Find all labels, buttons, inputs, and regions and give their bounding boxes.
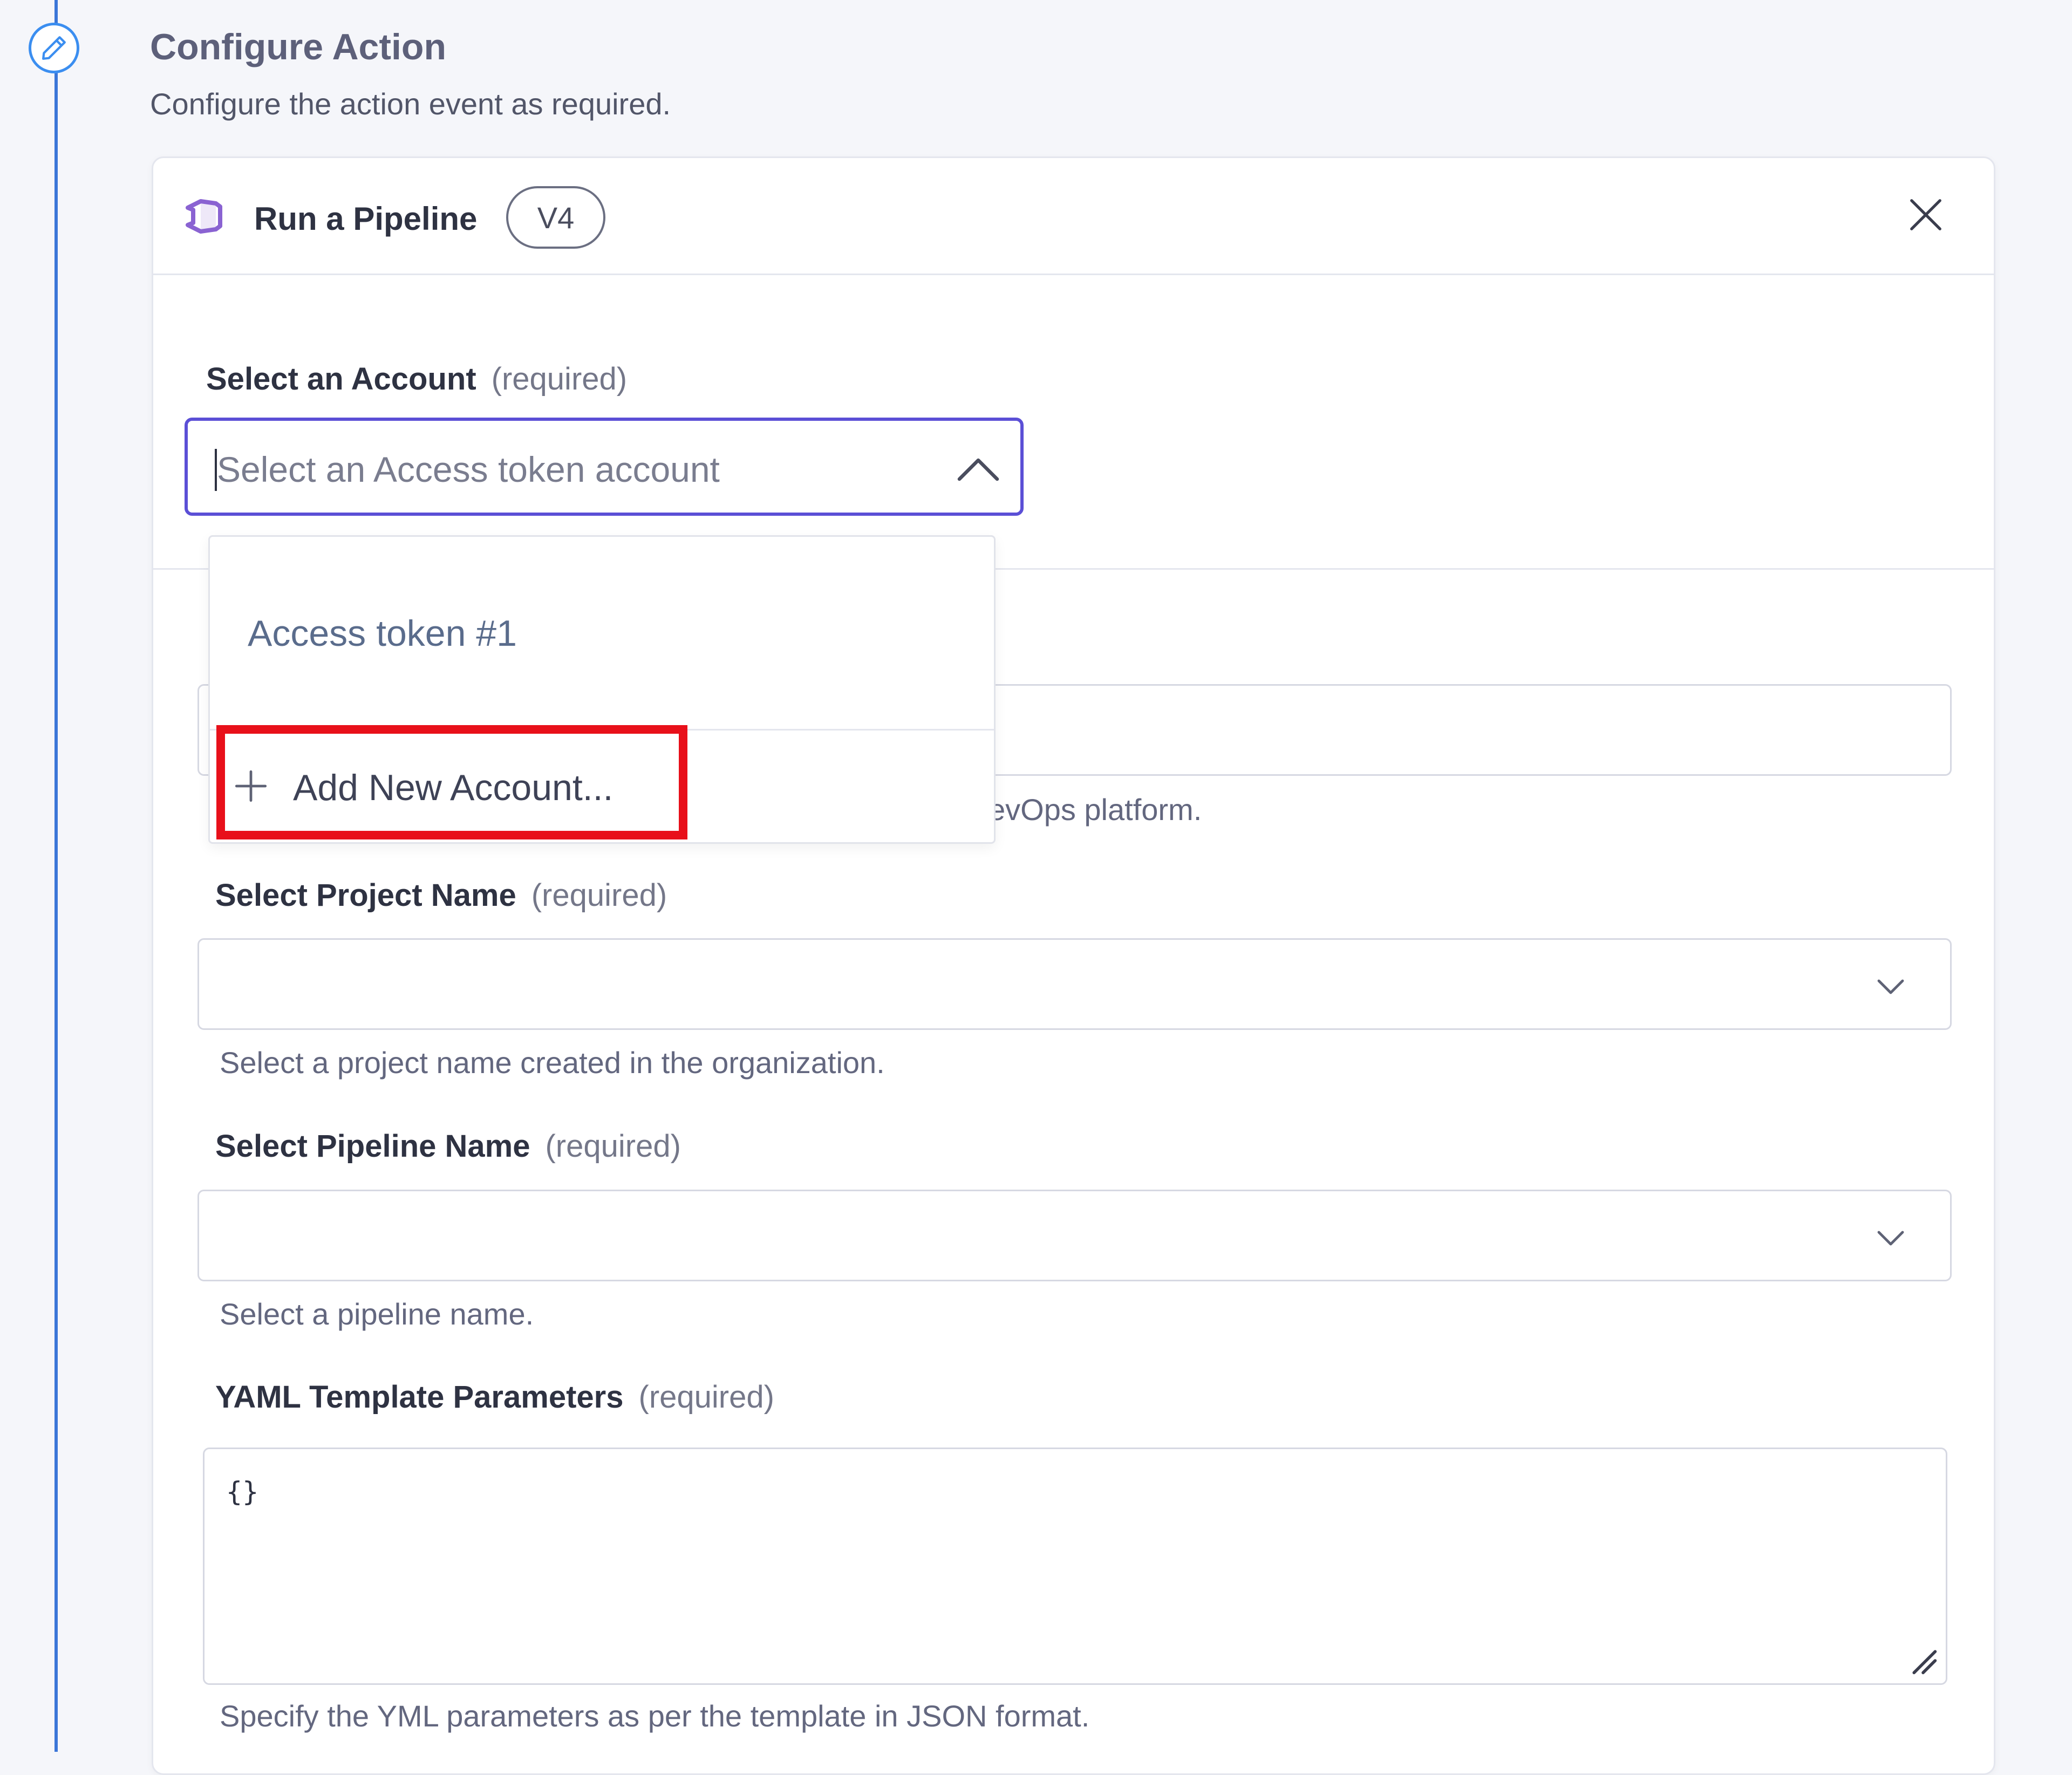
timeline-line (54, 0, 58, 1752)
pipeline-help-text: Select a pipeline name. (220, 1297, 534, 1331)
action-card: Run a Pipeline V4 Select an Account (requ… (152, 156, 1995, 1775)
required-marker: (required) (638, 1380, 774, 1415)
required-marker: (required) (531, 878, 667, 913)
dropdown-option-access-token[interactable]: Access token #1 (210, 537, 994, 730)
step-description: Configure the action event as required. (150, 87, 671, 121)
pencil-icon (42, 36, 66, 60)
chevron-down-icon[interactable] (1873, 1221, 1908, 1254)
yaml-help-text: Specify the YML parameters as per the te… (220, 1699, 1090, 1733)
pipeline-field-label: Select Pipeline Name (required) (215, 1129, 681, 1164)
version-badge: V4 (506, 186, 605, 249)
chevron-up-icon[interactable] (954, 447, 1003, 490)
organization-help-text: evOps platform. (989, 793, 1202, 827)
chevron-down-icon[interactable] (1873, 970, 1908, 1002)
yaml-field-label: YAML Template Parameters (required) (215, 1380, 774, 1415)
yaml-parameters-value: {} (226, 1476, 259, 1507)
project-select[interactable] (197, 938, 1952, 1030)
account-field-label: Select an Account (required) (206, 361, 628, 397)
yaml-parameters-textarea[interactable]: {} (203, 1448, 1947, 1685)
account-select[interactable]: Select an Access token account (185, 418, 1024, 516)
required-marker: (required) (545, 1129, 681, 1164)
step-title: Configure Action (150, 26, 446, 67)
project-help-text: Select a project name created in the org… (220, 1046, 885, 1080)
resize-handle-icon[interactable] (1908, 1646, 1938, 1676)
close-button[interactable] (1901, 190, 1950, 239)
dropdown-option-label: Access token #1 (248, 613, 517, 654)
required-marker: (required) (491, 361, 628, 397)
account-select-placeholder: Select an Access token account (217, 449, 720, 489)
azure-devops-icon (186, 199, 222, 234)
pipeline-select[interactable] (197, 1190, 1952, 1281)
card-header-divider (153, 274, 1994, 275)
project-field-label: Select Project Name (required) (215, 878, 667, 913)
highlight-box (216, 725, 687, 839)
card-title: Run a Pipeline (254, 201, 478, 237)
timeline-step-node (29, 23, 79, 73)
close-icon (1910, 199, 1941, 230)
